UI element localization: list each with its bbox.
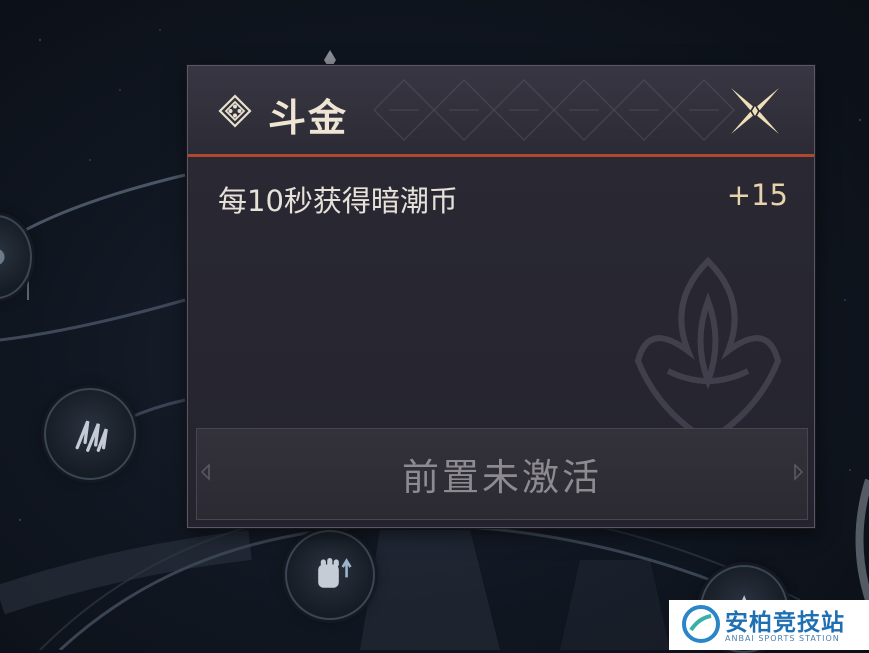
button-corner-ornament [201, 463, 210, 481]
button-corner-ornament [794, 463, 803, 481]
site-logo-subtitle: ANBAI SPORTS STATION [725, 634, 840, 643]
activate-button[interactable]: 前置未激活 [196, 428, 808, 520]
site-logo-name: 安柏竞技站 [725, 610, 845, 636]
header-pattern-decoration [374, 78, 736, 142]
skill-node-claw[interactable] [44, 388, 136, 480]
close-x-icon [731, 88, 779, 134]
skill-node-icon [0, 249, 5, 265]
skill-fist-icon [318, 558, 352, 588]
close-button[interactable] [725, 84, 785, 138]
tooltip-title: 斗金 [268, 96, 349, 140]
site-logo: 安柏竞技站 ANBAI SPORTS STATION [669, 600, 869, 650]
talent-tooltip-panel: 斗金 每10秒获得暗潮币 +15 前置未激活 [187, 65, 815, 528]
skill-claw-icon [75, 420, 108, 452]
effect-label: 每10秒获得暗潮币 [218, 184, 458, 218]
effect-row: 每10秒获得暗潮币 +15 [218, 178, 788, 218]
tooltip-header: 斗金 [188, 66, 814, 157]
effect-value: +15 [726, 178, 788, 212]
activate-button-label: 前置未激活 [402, 456, 602, 499]
diamond-emblem-icon [218, 94, 252, 128]
skill-node-fist[interactable] [285, 530, 375, 620]
site-logo-icon [682, 605, 720, 643]
